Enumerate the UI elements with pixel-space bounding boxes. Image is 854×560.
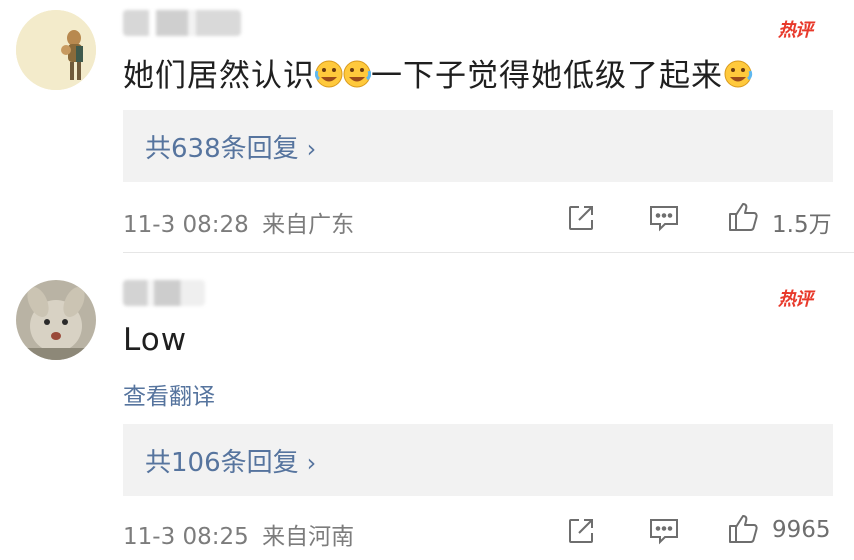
timestamp: 11-3 08:28	[123, 212, 249, 238]
like-count: 1.5万	[772, 212, 832, 238]
share-icon[interactable]	[566, 203, 596, 237]
comment-icon[interactable]	[648, 516, 680, 550]
share-icon[interactable]	[566, 516, 596, 550]
replies-count-label: 共106条回复	[145, 448, 299, 478]
comment-text-before: 她们居然认识	[123, 58, 315, 94]
view-replies-link[interactable]: 共106条回复 ›	[145, 442, 316, 479]
comment-text-middle: 一下子觉得她低级了起来	[371, 58, 723, 94]
chevron-right-icon: ›	[306, 449, 317, 477]
location: 来自河南	[262, 524, 355, 550]
hot-comment-badge: 热评	[778, 289, 813, 310]
hot-comment-badge: 热评	[778, 20, 813, 41]
avatar[interactable]	[16, 10, 96, 90]
replies-box[interactable]: 共106条回复 ›	[123, 424, 833, 496]
comment-text: 她们居然认识 一下子觉得她低级了起来	[123, 50, 753, 97]
comment-meta: 11-3 08:25 来自河南	[123, 517, 354, 551]
timestamp: 11-3 08:25	[123, 524, 249, 550]
location: 来自广东	[262, 212, 355, 238]
comment-meta: 11-3 08:28 来自广东	[123, 205, 354, 239]
avatar[interactable]	[16, 280, 96, 360]
comment-icon[interactable]	[648, 203, 680, 237]
comment-text: Low	[123, 322, 188, 358]
chevron-right-icon: ›	[306, 135, 317, 163]
view-replies-link[interactable]: 共638条回复 ›	[145, 128, 316, 165]
comment-divider	[123, 252, 854, 253]
laugh-cry-emoji-icon	[314, 59, 372, 97]
view-translation-link[interactable]: 查看翻译	[123, 377, 215, 411]
replies-count-label: 共638条回复	[145, 134, 299, 164]
like-icon[interactable]	[727, 200, 761, 238]
laugh-cry-emoji-icon	[723, 59, 753, 97]
username-blurred[interactable]	[123, 10, 241, 36]
replies-box[interactable]: 共638条回复 ›	[123, 110, 833, 182]
like-count: 9965	[772, 517, 831, 543]
like-icon[interactable]	[727, 512, 761, 550]
username-blurred[interactable]	[123, 280, 205, 306]
